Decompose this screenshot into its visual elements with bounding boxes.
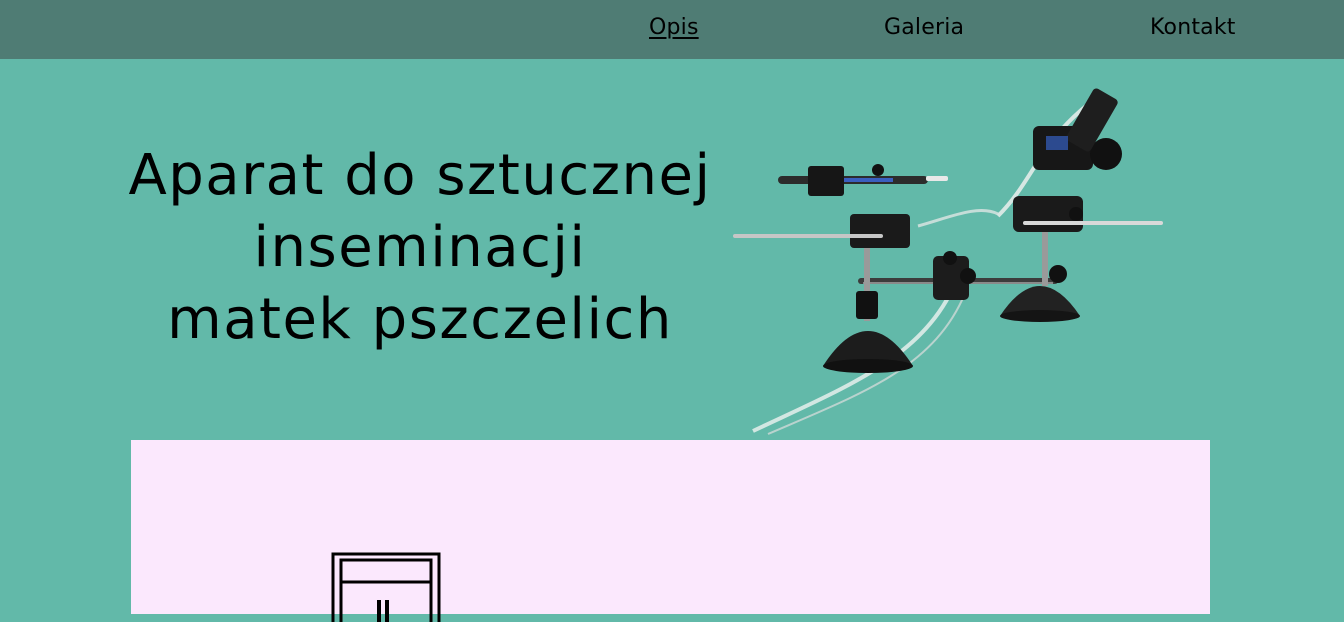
nav-link-galeria[interactable]: Galeria [884,14,964,42]
hero-title: Aparat do sztucznej inseminacji matek ps… [120,140,720,356]
hero-title-line-2: inseminacji [253,215,587,280]
nav-link-kontakt[interactable]: Kontakt [1150,14,1236,42]
hero-title-line-1: Aparat do sztucznej [128,143,712,208]
insemination-apparatus-image [733,88,1163,435]
nav-link-opis[interactable]: Opis [649,14,699,42]
content-panel [131,440,1210,622]
line-drawing-frame-icon [331,552,441,622]
top-navbar: Opis Galeria Kontakt [0,0,1344,59]
hero-title-line-3: matek pszczelich [167,287,673,352]
